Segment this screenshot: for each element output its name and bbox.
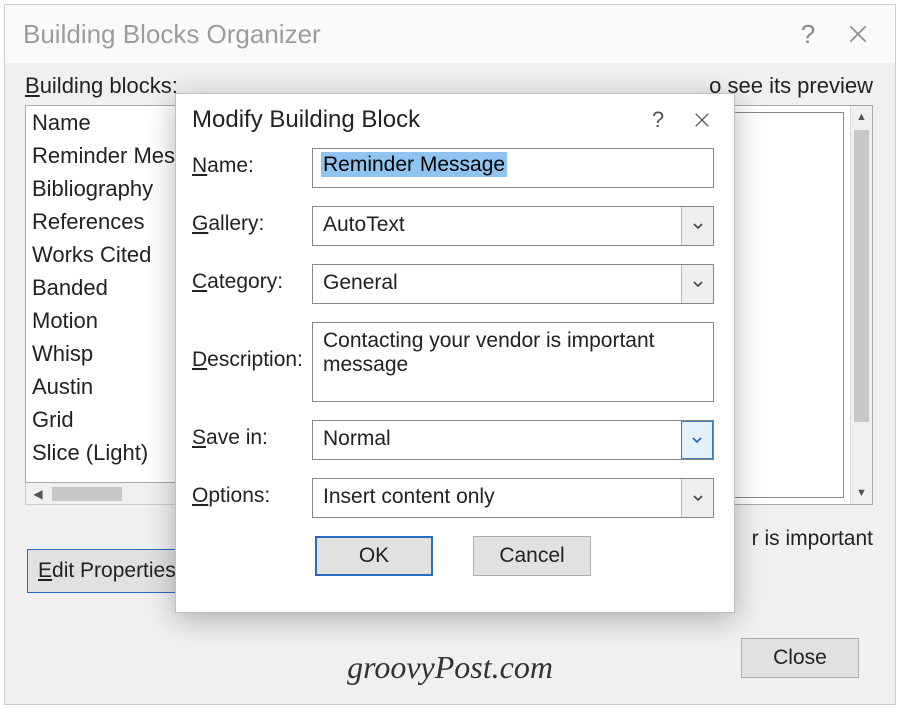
scroll-left-icon[interactable]: ◀	[26, 483, 50, 504]
chevron-down-icon[interactable]	[681, 479, 713, 517]
building-blocks-list-wrap: Name Reminder Mes Bibliography Reference…	[25, 105, 185, 505]
modal-title-bar: Modify Building Block ?	[176, 94, 734, 146]
save-in-combo[interactable]: Normal	[312, 420, 714, 460]
gallery-combo[interactable]: AutoText	[312, 206, 714, 246]
scroll-down-icon[interactable]: ▼	[851, 482, 872, 504]
list-item[interactable]: Austin	[32, 370, 178, 403]
list-item[interactable]: Slice (Light)	[32, 436, 178, 469]
parent-dialog-title: Building Blocks Organizer	[23, 19, 783, 50]
description-label: Description:	[192, 322, 312, 372]
name-label: Name:	[192, 148, 312, 178]
modal-dialog-title: Modify Building Block	[192, 106, 636, 134]
gallery-label: Gallery:	[192, 206, 312, 236]
description-field[interactable]: Contacting your vendor is important mess…	[312, 322, 714, 402]
list-item[interactable]: Grid	[32, 403, 178, 436]
modify-building-block-dialog: Modify Building Block ? Name: Reminder M…	[175, 93, 735, 613]
gallery-value: AutoText	[313, 207, 681, 245]
list-item[interactable]: References	[32, 205, 178, 238]
list-horizontal-scrollbar[interactable]: ◀	[25, 483, 185, 505]
list-item[interactable]: Bibliography	[32, 172, 178, 205]
building-blocks-list[interactable]: Name Reminder Mes Bibliography Reference…	[25, 105, 185, 483]
category-value: General	[313, 265, 681, 303]
options-label: Options:	[192, 478, 312, 508]
category-label: Category:	[192, 264, 312, 294]
save-in-label: Save in:	[192, 420, 312, 450]
scroll-up-icon[interactable]: ▲	[851, 106, 872, 128]
close-icon[interactable]	[680, 98, 724, 142]
watermark: groovyPost.com	[347, 649, 553, 686]
building-blocks-label: Building blocks:	[25, 73, 178, 99]
chevron-down-icon[interactable]	[681, 265, 713, 303]
name-field[interactable]: Reminder Message	[312, 148, 714, 188]
name-value: Reminder Message	[321, 152, 507, 177]
chevron-down-icon[interactable]	[681, 421, 713, 459]
close-button[interactable]: Close	[741, 638, 859, 678]
scroll-thumb[interactable]	[854, 130, 869, 422]
options-value: Insert content only	[313, 479, 681, 517]
ok-button[interactable]: OK	[315, 536, 433, 576]
cancel-button[interactable]: Cancel	[473, 536, 591, 576]
category-combo[interactable]: General	[312, 264, 714, 304]
scroll-thumb[interactable]	[52, 487, 122, 501]
help-button[interactable]: ?	[636, 98, 680, 142]
list-item[interactable]: Reminder Mes	[32, 139, 178, 172]
list-item[interactable]: Works Cited	[32, 238, 178, 271]
close-icon[interactable]	[833, 9, 883, 59]
edit-properties-button[interactable]: Edit Properties.	[27, 549, 183, 593]
parent-title-bar: Building Blocks Organizer ?	[5, 5, 895, 63]
list-item[interactable]: Banded	[32, 271, 178, 304]
list-item[interactable]: Motion	[32, 304, 178, 337]
list-column-header[interactable]: Name	[32, 106, 178, 139]
list-item[interactable]: Whisp	[32, 337, 178, 370]
preview-vertical-scrollbar[interactable]: ▲ ▼	[850, 106, 872, 504]
save-in-value: Normal	[313, 421, 681, 459]
help-button[interactable]: ?	[783, 9, 833, 59]
chevron-down-icon[interactable]	[681, 207, 713, 245]
options-combo[interactable]: Insert content only	[312, 478, 714, 518]
